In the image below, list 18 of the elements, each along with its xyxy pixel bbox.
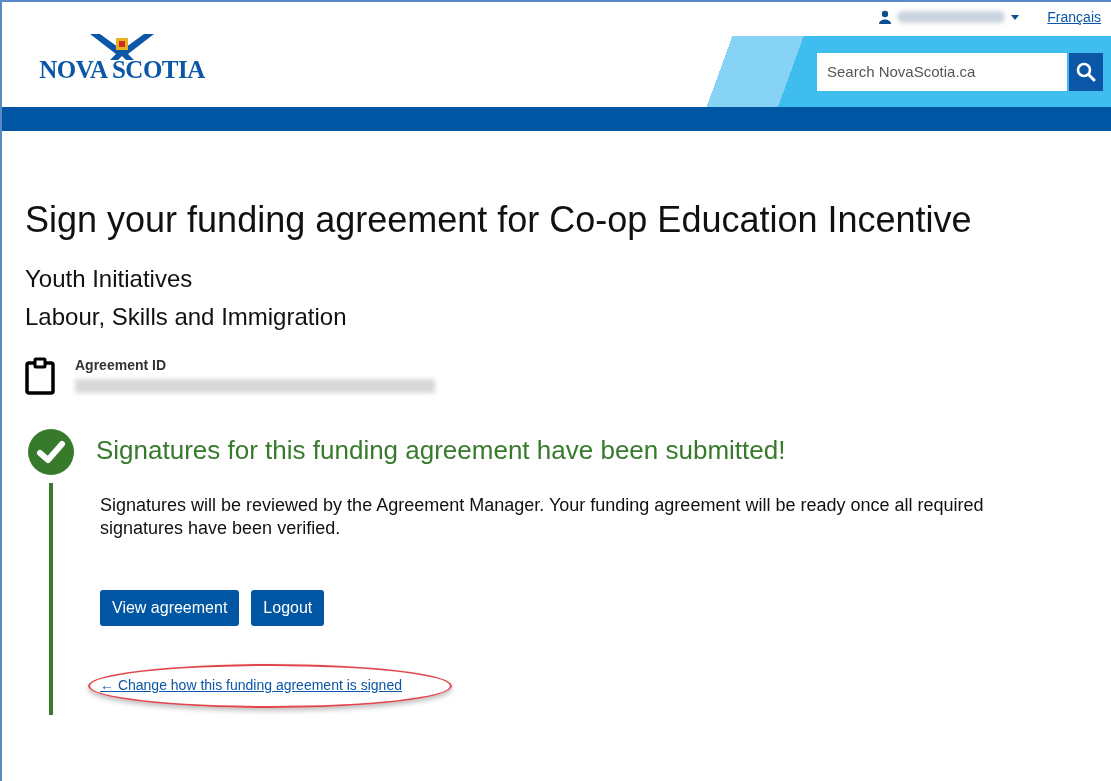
action-button[interactable]: View agreement bbox=[100, 590, 240, 626]
caret-icon[interactable] bbox=[1011, 14, 1020, 20]
language-link[interactable]: Français bbox=[1047, 9, 1101, 25]
agreement-label: Agreement ID bbox=[75, 357, 168, 373]
page-title: Sign your funding agreement for Co-op Education Incentive bbox=[25, 199, 973, 241]
clipboard-icon bbox=[25, 357, 55, 395]
search-button[interactable] bbox=[1069, 52, 1103, 91]
check-circle-icon bbox=[28, 429, 74, 475]
search-icon bbox=[1076, 61, 1096, 82]
user-icon bbox=[879, 10, 892, 24]
status-message: Signatures will be reviewed by the Agreement Manager. Your funding agreement will be ready once all required signatures have been verified. bbox=[99, 494, 985, 540]
success-heading: Signatures for this funding agreement have been submitted! bbox=[96, 435, 787, 466]
action-button[interactable]: Logout bbox=[251, 590, 325, 626]
logo-text: NOVA SCOTIA bbox=[39, 56, 205, 84]
search-field[interactable]: Search NovaScotia.ca bbox=[817, 52, 1067, 91]
page-subtitle: Labour, Skills and Immigration bbox=[25, 303, 348, 331]
page-subtitle: Youth Initiatives bbox=[25, 265, 194, 293]
change-signing-link[interactable]: ← Change how this funding agreement is signed bbox=[100, 677, 402, 693]
